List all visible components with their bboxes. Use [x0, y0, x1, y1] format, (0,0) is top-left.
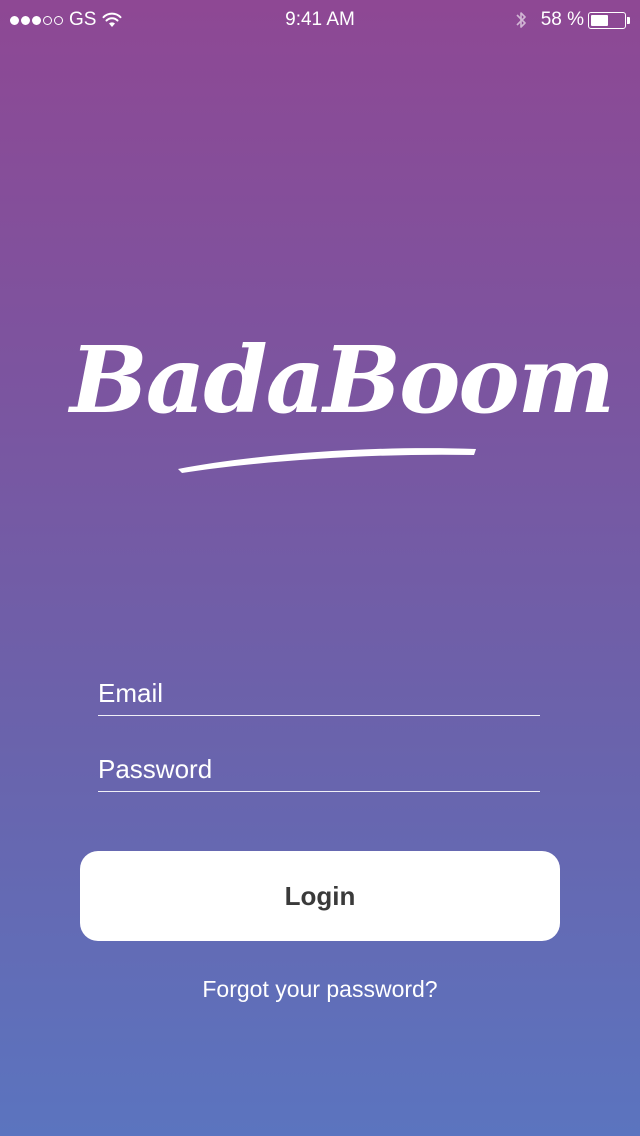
logo-text: BadaBoom [70, 326, 615, 434]
forgot-password-link[interactable]: Forgot your password? [0, 976, 640, 1003]
app-logo: BadaBoom [70, 315, 615, 475]
password-input[interactable] [98, 751, 540, 787]
email-field [98, 675, 540, 716]
battery-fill [591, 14, 608, 26]
bluetooth-icon [516, 12, 526, 28]
email-input[interactable] [98, 675, 540, 711]
password-field [98, 751, 540, 792]
status-right: 58 % [515, 9, 630, 31]
battery-cap [627, 16, 630, 24]
battery-percent: 58 % [540, 9, 584, 30]
battery-icon [588, 11, 626, 29]
login-button[interactable]: Login [80, 851, 560, 941]
status-bar: GS 9:41 AM 58 % [0, 0, 640, 40]
logo-swoosh [178, 448, 476, 473]
